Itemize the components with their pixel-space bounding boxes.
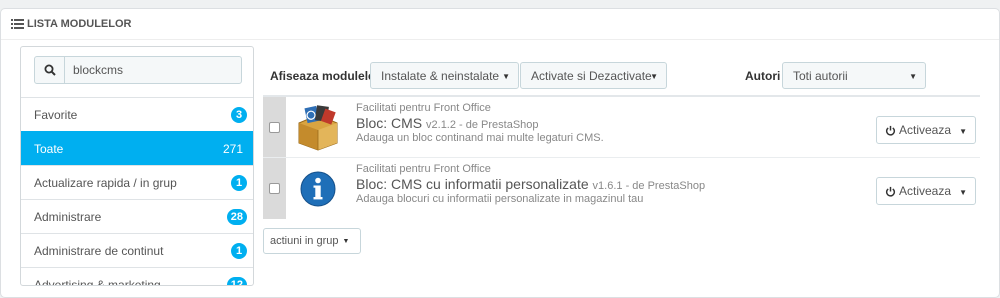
module-name-line: Bloc: CMS cu informatii personalizate v1…	[356, 176, 705, 192]
cms-package-icon	[298, 105, 338, 151]
category-label: Administrare de continut	[34, 243, 164, 258]
category-label: Actualizare rapida / in grup	[34, 175, 177, 190]
category-list: Favorite 3 Toate 271 Actualizare rapida / in…	[21, 97, 253, 286]
caret-down-icon: ▼	[909, 72, 917, 81]
panel-heading: LISTA MODULELOR	[1, 9, 999, 40]
list-icon	[11, 19, 24, 29]
count-badge: 12	[226, 276, 247, 285]
module-row: Facilitati pentru Front Office Bloc: CMS…	[263, 157, 980, 219]
bulk-actions-button[interactable]: actiuni in grup ▼	[263, 228, 361, 254]
module-version: v1.6.1 - de PrestaShop	[592, 180, 706, 192]
row-checkbox[interactable]	[269, 183, 280, 194]
module-name[interactable]: Bloc: CMS	[356, 115, 422, 131]
row-checkbox[interactable]	[269, 121, 280, 133]
caret-down-icon: ▼	[342, 237, 350, 245]
sidebar-item-category[interactable]: Toate 271	[21, 131, 253, 165]
module-row: Facilitati pentru Front Office Bloc: CMS…	[263, 95, 980, 157]
search-box	[34, 56, 242, 84]
bulk-actions-label: actiuni in grup	[270, 235, 339, 247]
sidebar-item-category[interactable]: Administrare 28	[21, 199, 253, 233]
authors-label: Autori	[745, 69, 781, 83]
module-description: Adauga un bloc continand mai multe legat…	[356, 132, 604, 144]
module-name[interactable]: Bloc: CMS cu informatii personalizate	[356, 176, 589, 192]
show-modules-label: Afiseaza modulele	[270, 69, 375, 83]
info-icon	[300, 171, 336, 207]
install-filter-select[interactable]: Instalate & neinstalate ▼	[370, 62, 519, 89]
module-category: Facilitati pentru Front Office	[356, 102, 491, 114]
panel-title: LISTA MODULELOR	[27, 18, 132, 30]
count-badge: 28	[226, 208, 247, 225]
enabled-filter-select[interactable]: Activate si Dezactivate ▼	[520, 62, 667, 89]
category-label: Administrare	[34, 209, 102, 224]
activate-label: Activeaza	[899, 184, 952, 198]
sidebar-item-category[interactable]: Advertising & marketing 12	[21, 267, 253, 286]
module-description: Adauga blocuri cu informatii personaliza…	[356, 193, 644, 205]
module-category: Facilitati pentru Front Office	[356, 163, 491, 175]
authors-filter-value: Toti autorii	[793, 68, 848, 83]
row-select-cell	[263, 97, 286, 157]
sidebar-item-category[interactable]: Favorite 3	[21, 97, 253, 131]
category-label: Favorite	[34, 107, 78, 122]
count-badge: 1	[231, 174, 247, 191]
sidebar-item-category[interactable]: Administrare de continut 1	[21, 233, 253, 267]
module-info: Facilitati pentru Front Office Bloc: CMS…	[356, 163, 705, 205]
caret-down-icon[interactable]: ▼	[959, 188, 967, 197]
power-icon	[885, 186, 896, 197]
module-filters: Afiseaza modulele Instalate & neinstalat…	[270, 62, 980, 90]
power-icon	[885, 125, 896, 136]
count-badge: 271	[222, 141, 243, 156]
search-input[interactable]	[65, 57, 235, 83]
activate-button[interactable]: Activeaza ▼	[876, 116, 976, 144]
caret-down-icon: ▼	[650, 72, 658, 81]
module-version: v2.1.2 - de PrestaShop	[426, 119, 539, 131]
search-icon[interactable]	[35, 57, 65, 83]
caret-down-icon: ▼	[502, 72, 510, 81]
activate-button[interactable]: Activeaza ▼	[876, 177, 976, 205]
caret-down-icon[interactable]: ▼	[959, 127, 967, 136]
category-label: Advertising & marketing	[34, 277, 161, 286]
install-filter-value: Instalate & neinstalate	[381, 68, 500, 83]
modules-table: Facilitati pentru Front Office Bloc: CMS…	[263, 95, 980, 219]
activate-label: Activeaza	[899, 123, 952, 137]
sidebar-item-category[interactable]: Actualizare rapida / in grup 1	[21, 165, 253, 199]
enabled-filter-value: Activate si Dezactivate	[531, 68, 652, 83]
module-info: Facilitati pentru Front Office Bloc: CMS…	[356, 102, 604, 144]
category-sidebar: Favorite 3 Toate 271 Actualizare rapida / in…	[20, 46, 254, 286]
row-select-cell	[263, 158, 286, 219]
category-label: Toate	[34, 141, 64, 156]
count-badge: 3	[231, 106, 247, 123]
module-name-line: Bloc: CMS v2.1.2 - de PrestaShop	[356, 115, 604, 131]
count-badge: 1	[231, 242, 247, 259]
authors-filter-select[interactable]: Toti autorii ▼	[782, 62, 926, 89]
